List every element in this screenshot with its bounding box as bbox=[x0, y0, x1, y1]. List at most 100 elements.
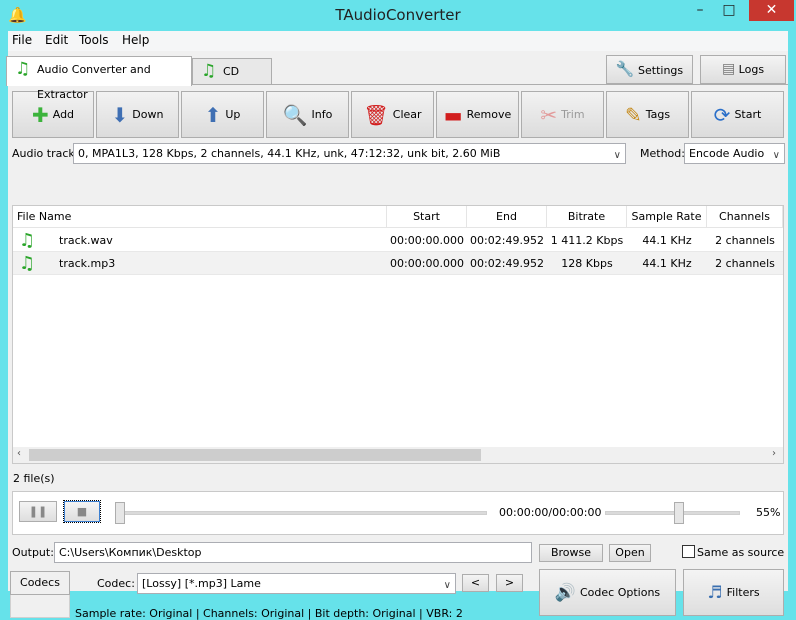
audio-track-select[interactable]: 0, MPA1L3, 128 Kbps, 2 channels, 44.1 KH… bbox=[73, 143, 626, 164]
codec-select[interactable]: [Lossy] [*.mp3] Lame ∨ bbox=[137, 573, 456, 594]
button-label: Start bbox=[734, 108, 762, 121]
column-header-end[interactable]: End bbox=[467, 206, 547, 228]
table-cell: 00:02:49.952 bbox=[470, 257, 544, 270]
player-panel: ❚❚ ■ 00:00:00/00:00:00 55% bbox=[12, 491, 784, 535]
filters-button[interactable]: ♬ Filters bbox=[683, 569, 784, 616]
magnifier-icon: 🔍 bbox=[282, 102, 308, 127]
cell-file-name: track.wav bbox=[59, 234, 113, 247]
codec-options-button[interactable]: 🔊 Codec Options bbox=[539, 569, 676, 616]
codecs-tab[interactable]: Codecs bbox=[10, 571, 70, 595]
window-title: TAudioConverter bbox=[335, 6, 461, 24]
wrench-icon: 🔧 bbox=[615, 60, 635, 78]
filters-label: Filters bbox=[726, 586, 760, 599]
button-label: Down bbox=[132, 108, 164, 121]
music-note-icon: ♫ bbox=[19, 253, 36, 274]
column-header-file-name[interactable]: File Name bbox=[13, 206, 387, 228]
method-select[interactable]: Encode Audio ∨ bbox=[684, 143, 785, 164]
stop-icon: ■ bbox=[76, 505, 88, 518]
settings-button[interactable]: 🔧 Settings bbox=[606, 55, 693, 84]
button-label: Tags bbox=[645, 108, 671, 121]
minus-icon: ▬ bbox=[443, 102, 463, 127]
refresh-icon: ⟳ bbox=[713, 102, 731, 127]
table-row[interactable]: ♫ track.mp3 00:00:00.000 00:02:49.952 128 Kb… bbox=[13, 252, 783, 275]
chevron-down-icon: ∨ bbox=[772, 150, 780, 161]
table-cell: 00:02:49.952 bbox=[470, 234, 544, 247]
horizontal-scrollbar[interactable]: ‹ › bbox=[13, 447, 783, 463]
volume-slider[interactable] bbox=[605, 500, 740, 526]
table-cell: 00:00:00.000 bbox=[390, 234, 464, 247]
tab-audio-converter[interactable]: ♫ Audio Converter and Extractor bbox=[6, 56, 192, 101]
browse-button[interactable]: Browse bbox=[539, 544, 603, 562]
table-cell: 44.1 KHz bbox=[642, 257, 692, 270]
audio-track-label: Audio track: bbox=[12, 147, 79, 160]
pause-button[interactable]: ❚❚ bbox=[19, 501, 57, 522]
same-as-source-checkbox[interactable] bbox=[682, 545, 695, 558]
method-label: Method: bbox=[640, 147, 685, 160]
output-path-input[interactable]: C:\Users\Компик\Desktop bbox=[54, 542, 532, 563]
menu-help[interactable]: Help bbox=[122, 33, 149, 47]
output-label: Output: bbox=[12, 546, 54, 559]
trim-button: ✂ Trim bbox=[521, 91, 604, 138]
cd-icon: ♫ bbox=[201, 61, 217, 81]
filters-icon: ♬ bbox=[707, 582, 723, 603]
column-header-bitrate[interactable]: Bitrate bbox=[547, 206, 627, 228]
volume-slider-thumb[interactable] bbox=[673, 502, 684, 524]
file-count: 2 file(s) bbox=[13, 472, 55, 485]
remove-button[interactable]: ▬ Remove bbox=[436, 91, 519, 138]
pencil-icon: ✎ bbox=[624, 102, 642, 127]
up-button[interactable]: ⬆ Up bbox=[181, 91, 264, 138]
logs-button[interactable]: ▤ Logs bbox=[700, 55, 786, 84]
close-button[interactable]: ✕ bbox=[749, 0, 794, 21]
document-icon: ▤ bbox=[721, 61, 736, 77]
column-header-start[interactable]: Start bbox=[387, 206, 467, 228]
table-cell: 1 411.2 Kbps bbox=[550, 234, 624, 247]
open-button[interactable]: Open bbox=[609, 544, 651, 562]
arrow-down-icon: ⬇ bbox=[111, 102, 129, 127]
menu-file[interactable]: File bbox=[12, 33, 32, 47]
maximize-button[interactable]: □ bbox=[715, 0, 743, 21]
settings-label: Settings bbox=[638, 64, 684, 77]
client-area: File Edit Tools Help ♫ Audio Converter an… bbox=[6, 31, 788, 620]
position-slider[interactable] bbox=[115, 500, 487, 526]
column-header-channels[interactable]: Channels bbox=[707, 206, 783, 228]
method-value: Encode Audio bbox=[689, 147, 765, 160]
button-label: Up bbox=[225, 108, 241, 121]
button-label: Add bbox=[52, 108, 75, 121]
tags-button[interactable]: ✎ Tags bbox=[606, 91, 689, 138]
volume-percent: 55% bbox=[756, 506, 781, 519]
clear-button[interactable]: 🗑 Clear bbox=[351, 91, 434, 138]
info-button[interactable]: 🔍 Info bbox=[266, 91, 349, 138]
menu-edit[interactable]: Edit bbox=[45, 33, 68, 47]
music-note-icon: ♫ bbox=[19, 230, 36, 251]
button-label: Clear bbox=[392, 108, 422, 121]
file-list[interactable]: File Name Start End Bitrate Sample Rate … bbox=[12, 205, 784, 464]
plus-icon: ✚ bbox=[31, 102, 49, 127]
stop-button[interactable]: ■ bbox=[63, 500, 101, 523]
table-row[interactable]: ♫ track.wav 00:00:00.000 00:02:49.952 1 411.… bbox=[13, 229, 783, 252]
codec-value: [Lossy] [*.mp3] Lame bbox=[142, 577, 261, 590]
previous-codec-button[interactable]: < bbox=[462, 574, 489, 592]
scroll-right-icon[interactable]: › bbox=[772, 448, 776, 459]
scrollbar-thumb[interactable] bbox=[29, 449, 481, 461]
button-label: Remove bbox=[466, 108, 512, 121]
music-note-icon: ♫ bbox=[15, 59, 31, 79]
menu-bar: File Edit Tools Help bbox=[8, 31, 788, 51]
button-label: Info bbox=[311, 108, 333, 121]
chevron-down-icon: ∨ bbox=[613, 150, 621, 161]
chevron-down-icon: ∨ bbox=[443, 580, 451, 591]
scissors-icon: ✂ bbox=[540, 102, 558, 127]
next-codec-button[interactable]: > bbox=[496, 574, 523, 592]
menu-tools[interactable]: Tools bbox=[79, 33, 109, 47]
minimize-button[interactable]: – bbox=[686, 0, 714, 21]
trash-icon: 🗑 bbox=[363, 102, 389, 127]
position-slider-thumb[interactable] bbox=[115, 502, 125, 524]
scroll-left-icon[interactable]: ‹ bbox=[17, 448, 21, 459]
down-button[interactable]: ⬇ Down bbox=[96, 91, 179, 138]
table-cell: 00:00:00.000 bbox=[390, 257, 464, 270]
same-as-source-label[interactable]: Same as source bbox=[697, 546, 784, 559]
start-button[interactable]: ⟳ Start bbox=[691, 91, 784, 138]
column-header-sample-rate[interactable]: Sample Rate bbox=[627, 206, 707, 228]
arrow-up-icon: ⬆ bbox=[204, 102, 222, 127]
tab-cd-ripper[interactable]: ♫CD Ripper bbox=[192, 58, 272, 103]
table-cell: 2 channels bbox=[715, 234, 775, 247]
